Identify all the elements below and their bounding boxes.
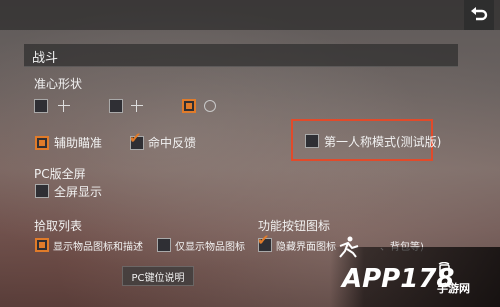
return-arrow-icon [471, 7, 488, 21]
hide-icons-label: 隐藏界面图标 [276, 242, 336, 253]
aim-assist-label: 辅助瞄准 [54, 136, 103, 150]
pc-fullscreen-title: PC版全屏 [34, 167, 86, 181]
section-title: 战斗 [32, 51, 59, 66]
crosshair-option-3-checkbox[interactable] [182, 99, 196, 113]
thin-cross-crosshair-icon [58, 100, 70, 112]
pickup-option-1-label: 显示物品图标和描述 [53, 242, 143, 253]
pickup-option-2-checkbox[interactable] [157, 238, 171, 252]
crosshair-option-2-checkbox[interactable] [109, 99, 123, 113]
crosshair-title: 准心形状 [34, 77, 83, 91]
pc-keybind-button[interactable]: PC键位说明 [122, 266, 194, 286]
pickup-option-2-label: 仅显示物品图标 [175, 242, 245, 253]
hit-feedback-label: 命中反馈 [148, 136, 197, 150]
top-bar [0, 0, 500, 30]
checkmark-icon: ✔ [257, 231, 270, 249]
pickup-list-title: 拾取列表 [34, 219, 83, 233]
back-button[interactable] [464, 0, 494, 30]
crosshair-option-1-checkbox[interactable] [34, 99, 48, 113]
cross-crosshair-icon [131, 100, 143, 112]
circle-crosshair-icon [204, 100, 216, 112]
fullscreen-label: 全屏显示 [54, 185, 103, 199]
running-figure-icon [339, 236, 359, 258]
first-person-label: 第一人称模式(测试版) [324, 135, 442, 149]
pc-keybind-label: PC键位说明 [131, 272, 185, 284]
checkmark-icon: ✔ [129, 129, 142, 147]
fullscreen-checkbox[interactable] [35, 184, 49, 198]
aim-assist-checkbox[interactable] [35, 136, 49, 150]
watermark-cn-text: 手游网 [437, 282, 470, 295]
pickup-option-1-checkbox[interactable] [35, 238, 49, 252]
section-header: 战斗 [24, 44, 458, 67]
first-person-checkbox[interactable] [305, 134, 319, 148]
signal-icon [438, 262, 450, 278]
